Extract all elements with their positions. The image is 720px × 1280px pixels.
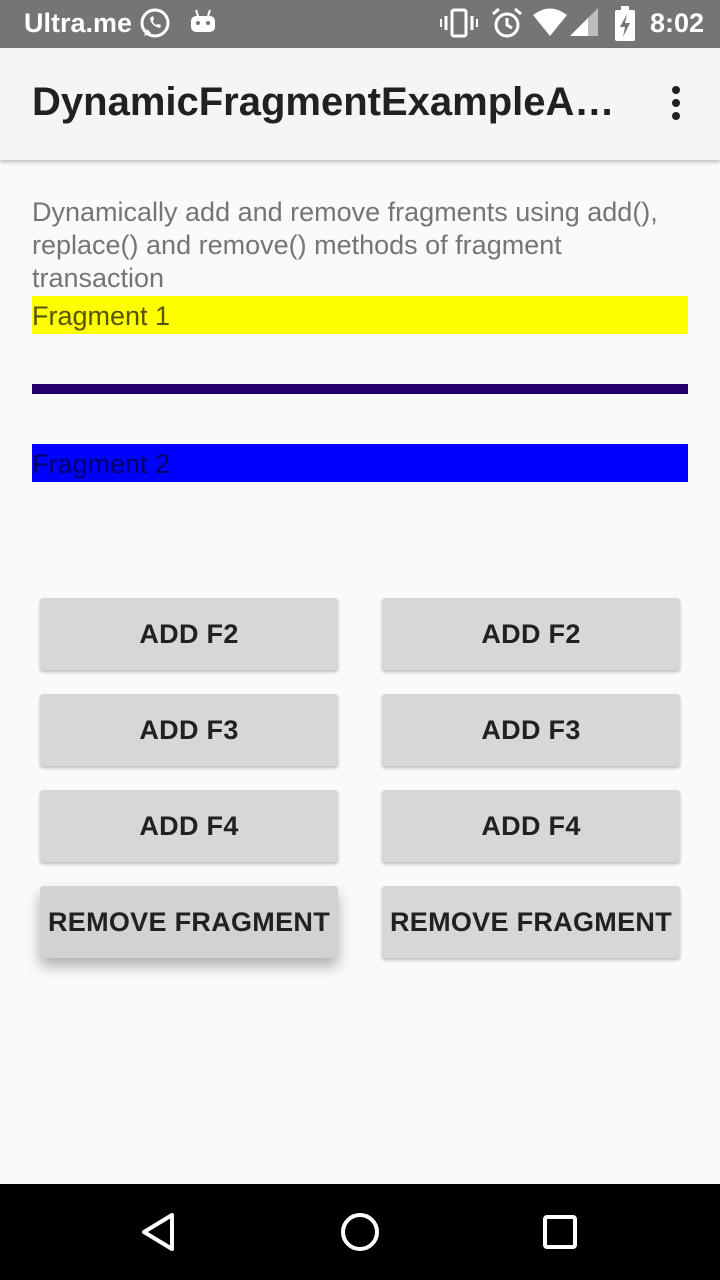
more-vert-icon[interactable] (664, 86, 688, 126)
home-icon[interactable] (336, 1208, 384, 1256)
status-bar: Ultra.me 8:02 (0, 0, 720, 48)
add-f3-button-left[interactable]: ADD F3 (40, 694, 338, 766)
back-icon[interactable] (136, 1208, 184, 1256)
battery-charging-icon (615, 6, 635, 41)
remove-fragment-button-left[interactable]: REMOVE FRAGMENT (40, 886, 338, 958)
add-f4-button-right[interactable]: ADD F4 (382, 790, 680, 862)
android-icon (191, 9, 215, 32)
fragment-2-container: Fragment 2 (32, 444, 688, 482)
fragment-1-container: Fragment 1 (32, 296, 688, 334)
recents-icon[interactable] (536, 1208, 584, 1256)
add-f2-button-right[interactable]: ADD F2 (382, 598, 680, 670)
signal-icon (570, 8, 598, 36)
carrier-label: Ultra.me (24, 8, 133, 38)
app-bar: DynamicFragmentExampleActi... (0, 48, 720, 160)
add-f3-button-right[interactable]: ADD F3 (382, 694, 680, 766)
add-f2-button-left[interactable]: ADD F2 (40, 598, 338, 670)
vibrate-icon (440, 8, 478, 38)
alarm-icon (492, 7, 522, 38)
add-f4-button-left[interactable]: ADD F4 (40, 790, 338, 862)
whatsapp-icon (140, 8, 170, 38)
navigation-bar (0, 1184, 720, 1280)
remove-fragment-button-right[interactable]: REMOVE FRAGMENT (382, 886, 680, 958)
wifi-icon (533, 8, 567, 36)
status-time: 8:02 (649, 8, 704, 38)
page-title: DynamicFragmentExampleActi... (32, 80, 622, 124)
fragment-divider (32, 384, 688, 394)
description-text: Dynamically add and remove fragments usi… (32, 197, 658, 293)
